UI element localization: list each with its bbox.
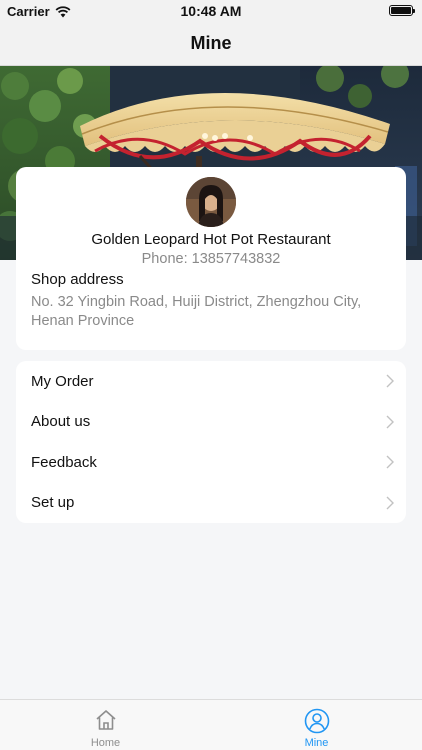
- menu-item-label: Feedback: [31, 453, 97, 471]
- tab-bar: Home Mine: [0, 699, 422, 750]
- menu-item-label: My Order: [31, 372, 94, 390]
- avatar[interactable]: [186, 177, 236, 227]
- chevron-right-icon: [386, 455, 394, 469]
- tab-mine[interactable]: Mine: [211, 700, 422, 750]
- shop-name: Golden Leopard Hot Pot Restaurant: [91, 231, 331, 248]
- tab-home-label: Home: [90, 737, 121, 749]
- shop-address-label: Shop address: [31, 271, 124, 288]
- home-icon: [95, 710, 116, 730]
- menu-item-my-order[interactable]: My Order: [16, 361, 406, 402]
- chevron-right-icon: [386, 374, 394, 388]
- menu-item-set-up[interactable]: Set up: [16, 483, 406, 524]
- menu-item-label: About us: [31, 413, 91, 431]
- page-title: Mine: [190, 33, 232, 53]
- chevron-right-icon: [386, 496, 394, 509]
- shop-info-card: Golden Leopard Hot Pot Restaurant Phone:…: [16, 167, 406, 350]
- menu-item-about-us[interactable]: About us: [16, 402, 406, 443]
- menu-item-label: Set up: [31, 494, 75, 512]
- tab-mine-label: Mine: [304, 737, 329, 749]
- shop-address: No. 32 Yingbin Road, Huiji District, Zhe…: [31, 294, 362, 329]
- menu-list: My Order About us Feedback Set up: [16, 361, 406, 523]
- chevron-right-icon: [386, 415, 394, 428]
- tab-home[interactable]: Home: [0, 700, 211, 750]
- shop-phone: Phone: 13857743832: [141, 251, 281, 267]
- status-time: 10:48 AM: [180, 3, 242, 19]
- status-bar: Carrier 10:48 AM: [0, 0, 422, 22]
- avatar-portrait: [186, 177, 236, 227]
- battery-icon: [389, 5, 415, 16]
- menu-item-feedback[interactable]: Feedback: [16, 442, 406, 483]
- navigation-bar: Mine: [0, 22, 422, 66]
- user-icon: [304, 708, 329, 734]
